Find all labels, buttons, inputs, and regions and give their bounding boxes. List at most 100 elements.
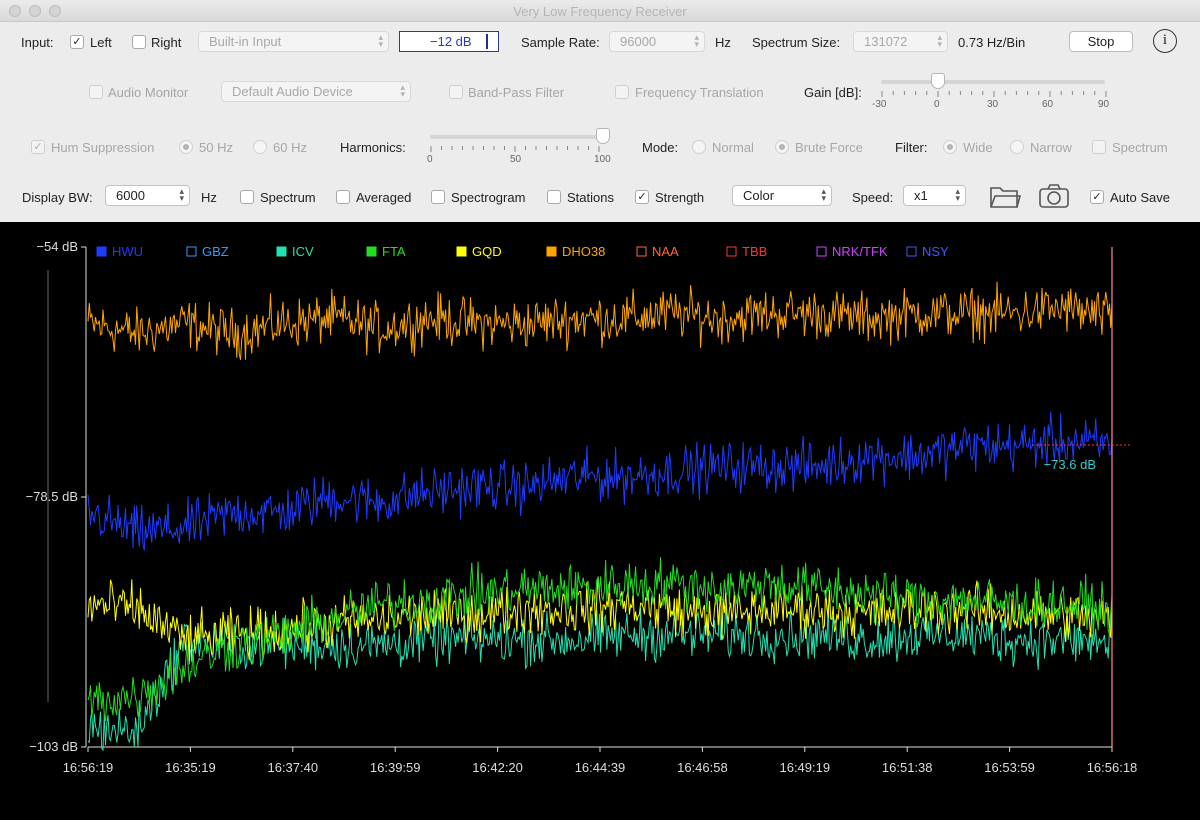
legend-label: TBB [742,244,767,259]
auto-save-label: Auto Save [1110,190,1170,205]
averaged-checkbox[interactable] [336,190,350,204]
hum-60hz-radio[interactable] [253,140,267,154]
legend-swatch [366,246,377,257]
gain-tick-label: 90 [1098,99,1110,110]
x-tick-label: 16:42:20 [472,760,523,775]
input-device-value: Built-in Input [209,34,282,49]
harmonics-slider-track[interactable] [430,135,606,139]
harmonics-slider-thumb[interactable] [596,128,610,144]
sample-rate-unit: Hz [715,35,731,50]
strength-label: Strength [655,190,705,205]
legend-swatch [726,246,737,257]
spectrum-size-select[interactable]: 131072 ▴ ▾ [853,31,948,52]
bandpass-label: Band-Pass Filter [468,85,565,100]
x-tick-label: 16:44:39 [575,760,626,775]
harmonics-tick-label: 100 [594,154,611,165]
open-folder-icon[interactable] [989,183,1021,209]
chart-legend: HWU GBZ ICV FTA GQD DHO38 NAA TBB NRK/TFK NSY [96,244,949,259]
gain-tick-label: -30 [872,99,887,110]
spectrum-size-label: Spectrum Size: [752,35,841,50]
hum-suppression-checkbox[interactable]: ✓ [31,140,45,154]
averaged-label: Averaged [356,190,412,205]
harmonics-label: Harmonics: [340,140,406,155]
filter-narrow-radio[interactable] [1010,140,1024,154]
speed-select[interactable]: x1 ▴ ▾ [903,185,966,206]
audio-device-select[interactable]: Default Audio Device ▴ ▾ [221,81,411,102]
color-value: Color [743,188,775,203]
hum-60hz-label: 60 Hz [273,140,307,155]
updown-chevron-icon: ▴ ▾ [378,32,383,49]
level-marker [486,34,488,49]
legend-swatch [456,246,467,257]
mode-normal-label: Normal [712,140,754,155]
harmonics-slider-ticks [430,146,600,152]
gain-slider-track[interactable] [881,80,1105,84]
stations-checkbox[interactable] [547,190,561,204]
hum-suppression-label: Hum Suppression [51,140,155,155]
x-tick-label: 16:53:59 [984,760,1035,775]
camera-icon[interactable] [1038,183,1070,209]
legend-swatch [636,246,647,257]
color-select[interactable]: Color ▴ ▾ [732,185,832,206]
stations-label: Stations [567,190,614,205]
y-tick-label: −78.5 dB [26,489,78,504]
filter-spectrum-checkbox[interactable] [1092,140,1106,154]
spectrogram-checkbox[interactable] [431,190,445,204]
display-bw-value: 6000 [116,188,145,203]
spectrum-size-value: 131072 [864,34,908,49]
mode-normal-radio[interactable] [692,140,706,154]
spectrum-checkbox[interactable] [240,190,254,204]
right-checkbox[interactable] [132,35,146,49]
hum-50hz-label: 50 Hz [199,140,233,155]
legend-label: FTA [382,244,406,259]
legend-label: DHO38 [562,244,605,259]
display-bw-stepper[interactable]: 6000 ▴ ▾ [105,185,190,206]
auto-save-checkbox[interactable]: ✓ [1090,190,1104,204]
spectrogram-label: Spectrogram [451,190,526,205]
bandpass-checkbox[interactable] [449,85,463,99]
stop-button[interactable]: Stop [1069,31,1133,52]
updown-chevron-icon: ▴ ▾ [821,186,826,203]
updown-chevron-icon: ▴ ▾ [937,32,942,49]
strength-plot[interactable]: −54 dB −78.5 dB −103 dB 16:56:19 16:35:19 16:… [0,222,1200,820]
left-checkbox[interactable]: ✓ [70,35,84,49]
sample-rate-value: 96000 [620,34,657,49]
legend-swatch [906,246,917,257]
x-tick-label: 16:39:59 [370,760,421,775]
x-tick-label: 16:51:38 [882,760,933,775]
strength-checkbox[interactable]: ✓ [635,190,649,204]
left-label: Left [90,35,112,50]
freq-translation-checkbox[interactable] [615,85,629,99]
updown-chevron-icon: ▴ ▾ [694,32,699,49]
y-tick-label: −54 dB [36,239,78,254]
mode-label: Mode: [642,140,679,155]
legend-swatch [816,246,827,257]
right-label: Right [151,35,182,50]
sample-rate-label: Sample Rate: [521,35,600,50]
series-line-icv [87,603,1113,752]
input-device-select[interactable]: Built-in Input ▴ ▾ [198,31,389,52]
audio-monitor-checkbox[interactable] [89,85,103,99]
y-tick-label: −103 dB [29,739,78,754]
cursor-readout: −73.6 dB [1044,457,1096,472]
legend-swatch [276,246,287,257]
legend-label: GQD [472,244,502,259]
audio-monitor-label: Audio Monitor [108,85,189,100]
freq-translation-label: Frequency Translation [635,85,764,100]
filter-spectrum-label: Spectrum [1112,140,1168,155]
legend-label: ICV [292,244,314,259]
hum-50hz-radio[interactable] [179,140,193,154]
title-bar: Very Low Frequency Receiver [0,0,1200,22]
legend-label: HWU [112,244,143,259]
legend-swatch [96,246,107,257]
gain-tick-label: 30 [987,99,999,110]
gain-tick-label: 0 [934,99,940,110]
updown-chevron-icon: ▴ ▾ [179,186,184,203]
gain-slider-thumb[interactable] [931,73,945,89]
info-icon[interactable]: i [1153,29,1177,53]
gain-slider-ticks [881,91,1107,97]
sample-rate-select[interactable]: 96000 ▴ ▾ [609,31,705,52]
mode-brute-force-radio[interactable] [775,140,789,154]
filter-wide-radio[interactable] [943,140,957,154]
window-title: Very Low Frequency Receiver [513,4,687,19]
